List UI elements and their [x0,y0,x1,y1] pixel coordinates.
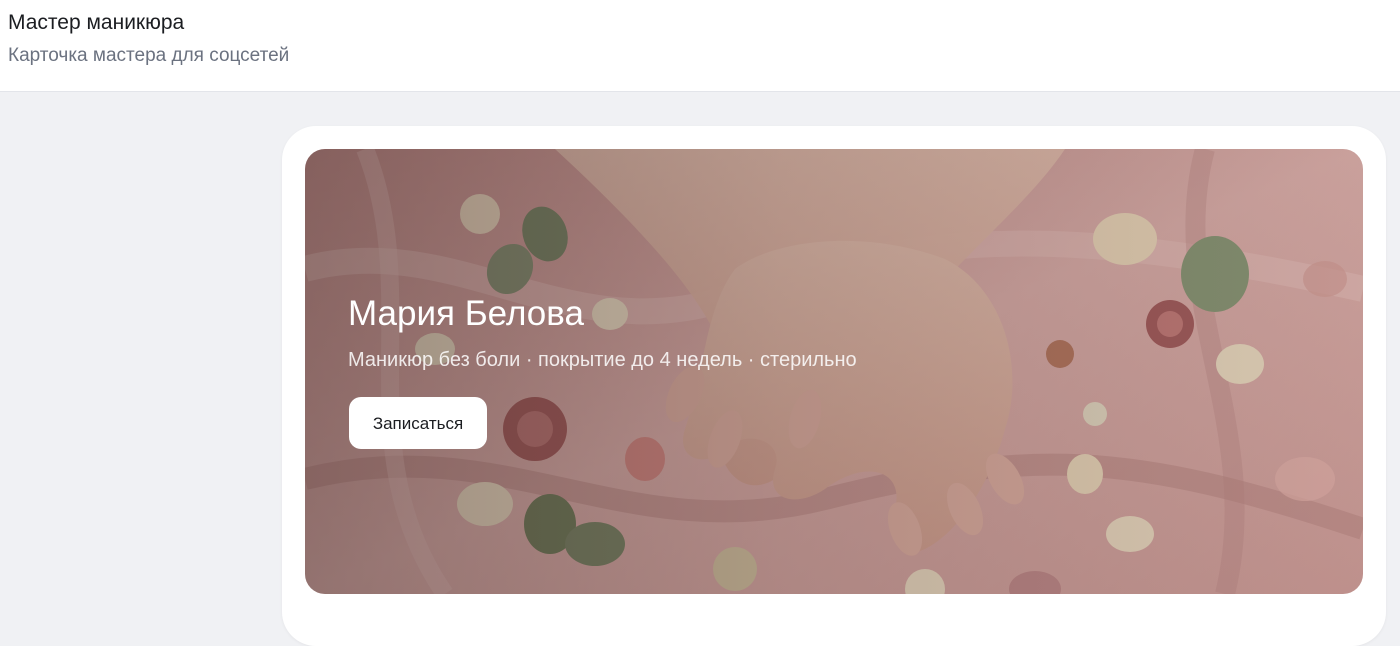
master-tagline: Маникюр без боли · покрытие до 4 недель … [348,349,857,371]
page-title: Мастер маникюра [8,11,185,34]
top-header: Мастер маникюра Карточка мастера для соц… [0,0,1400,92]
master-name: Мария Белова [348,294,584,333]
book-button[interactable]: Записаться [349,397,487,449]
page-subtitle: Карточка мастера для соцсетей [8,45,290,66]
hero-banner: Мария Белова Маникюр без боли · покрытие… [305,149,1363,594]
